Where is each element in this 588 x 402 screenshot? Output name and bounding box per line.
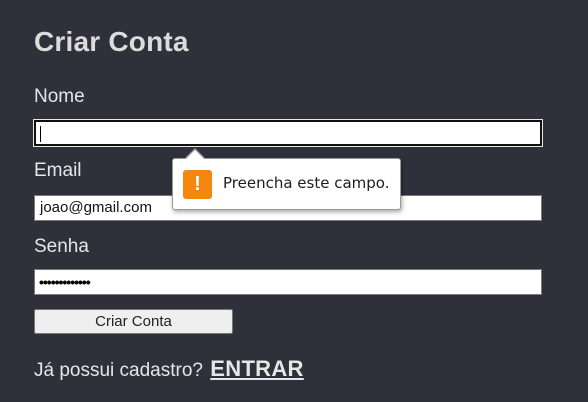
text-caret <box>40 126 41 142</box>
tooltip-arrow-fill <box>185 150 205 160</box>
warning-icon: ! <box>183 170 212 199</box>
login-prompt-text: Já possui cadastro? <box>34 360 203 381</box>
signup-page: Criar Conta Nome Email joao@gmail.com Se… <box>0 0 588 402</box>
name-label: Nome <box>34 86 85 107</box>
password-label: Senha <box>34 236 89 257</box>
create-account-button[interactable]: Criar Conta <box>34 309 233 334</box>
email-label: Email <box>34 160 82 181</box>
tooltip-message: Preencha este campo. <box>223 174 390 192</box>
validation-tooltip: ! Preencha este campo. <box>172 148 401 210</box>
name-input[interactable] <box>34 120 542 146</box>
password-input[interactable]: ••••••••••••• <box>34 269 542 295</box>
login-prompt: Já possui cadastro? ENTRAR <box>34 356 304 382</box>
login-link[interactable]: ENTRAR <box>210 356 303 381</box>
email-input-value: joao@gmail.com <box>40 199 152 216</box>
page-title: Criar Conta <box>34 26 189 57</box>
password-mask: ••••••••••••• <box>39 274 91 290</box>
